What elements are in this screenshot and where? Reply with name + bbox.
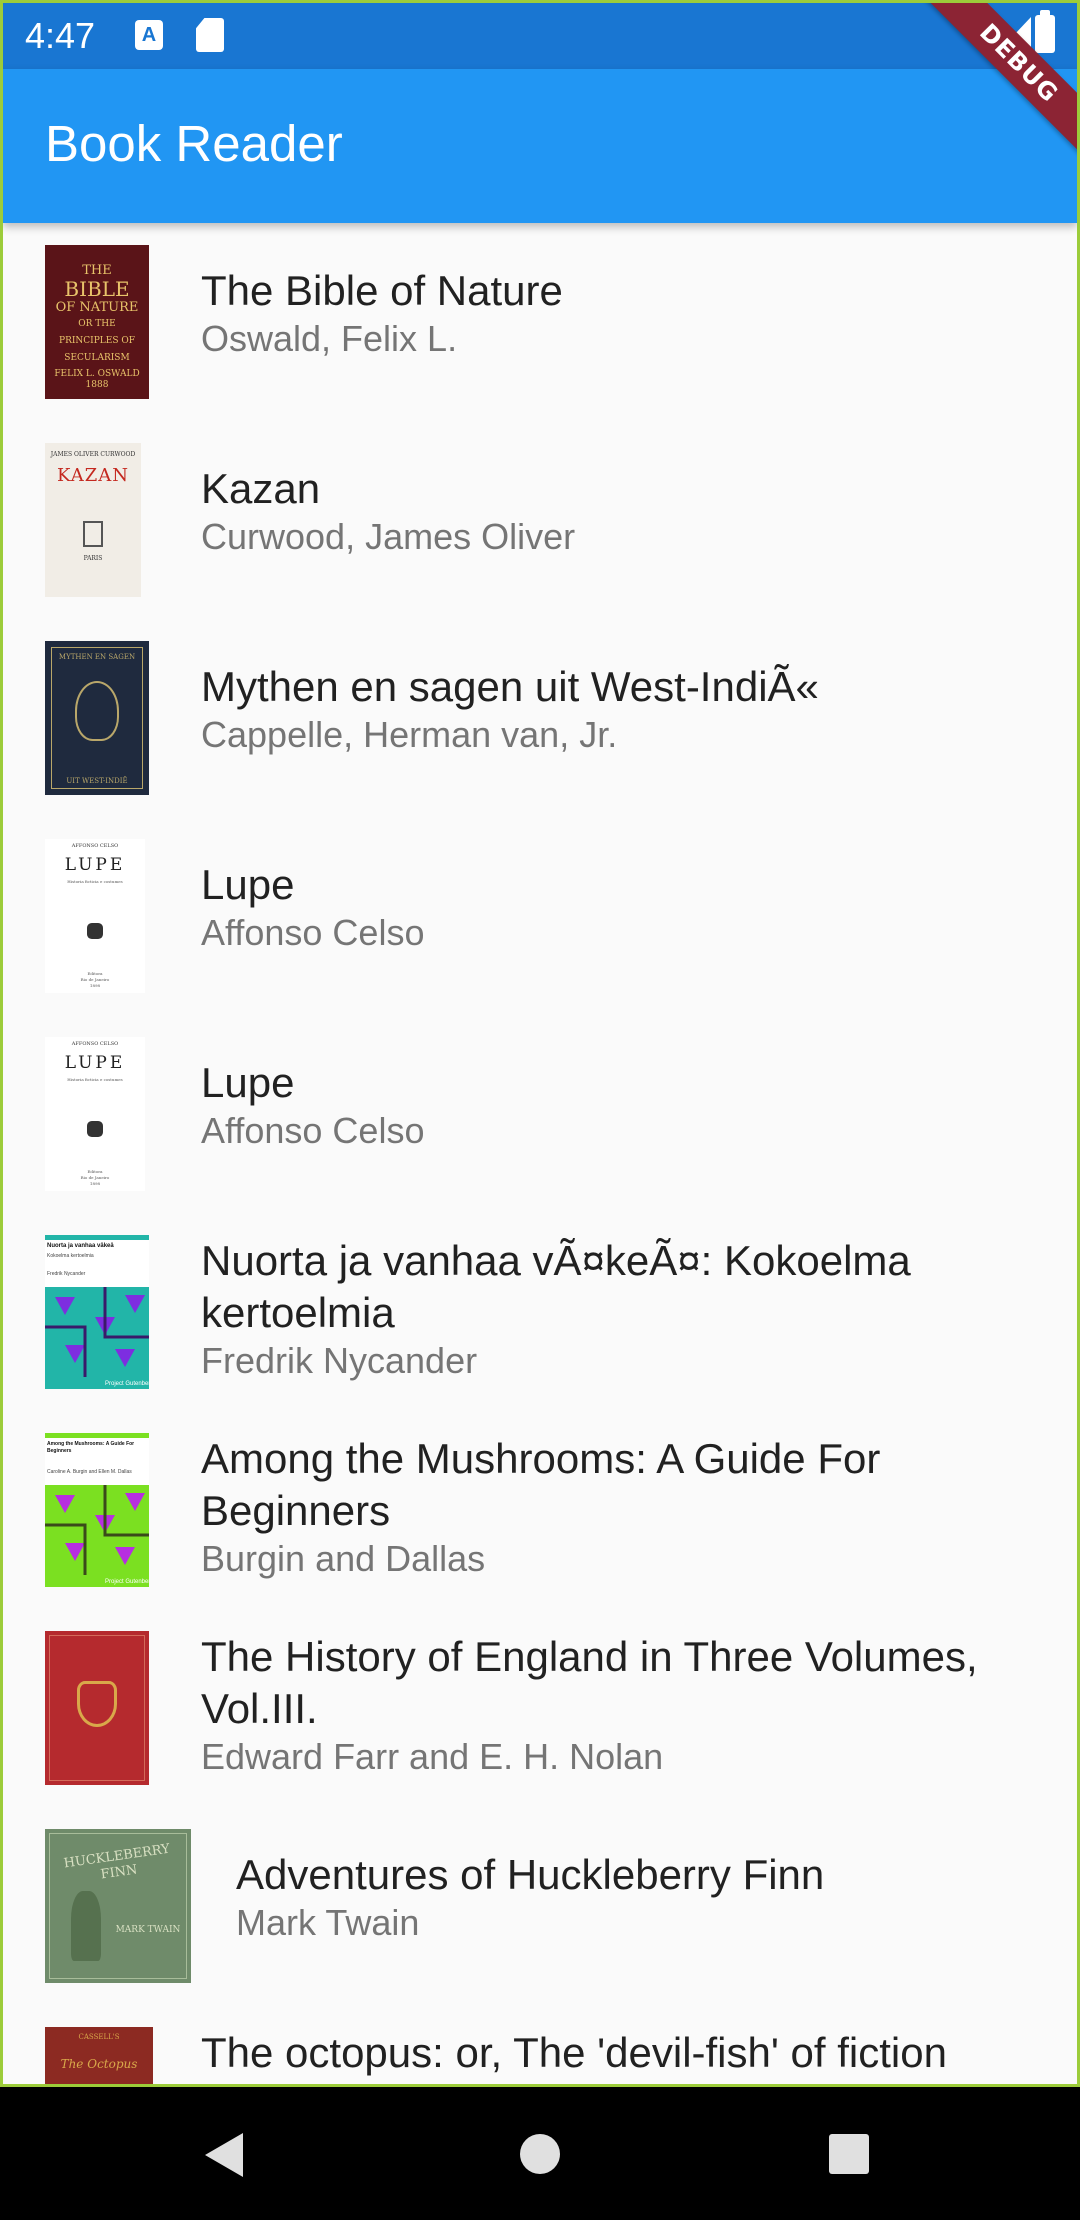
book-title: Lupe bbox=[201, 861, 295, 908]
book-list-item[interactable]: AFFONSO CELSO LUPE Historia ficticia e c… bbox=[3, 817, 1077, 1015]
book-cover: Among the Mushrooms: A Guide For Beginne… bbox=[45, 1433, 149, 1587]
book-author: Affonso Celso bbox=[201, 912, 425, 953]
book-cover: HUCKLEBERRY FINN MARK TWAIN bbox=[45, 1829, 191, 1983]
book-cover: AFFONSO CELSO LUPE Historia ficticia e c… bbox=[45, 1037, 145, 1191]
book-title: The octopus: or, The 'devil-fish' of fic… bbox=[201, 2029, 947, 2076]
book-list-item[interactable]: JAMES OLIVER CURWOOD KAZAN PARIS Kazan C… bbox=[3, 421, 1077, 619]
book-title: Adventures of Huckleberry Finn bbox=[236, 1851, 825, 1898]
book-cover: Nuorta ja vanhaa väkeä Kokoelma kertoelm… bbox=[45, 1235, 149, 1389]
app-screen: 4:47 A Book Reader DEBUG THE BIBLE OF NATU… bbox=[0, 0, 1080, 2087]
a-keyboard-icon: A bbox=[135, 20, 163, 50]
book-author: Cappelle, Herman van, Jr. bbox=[201, 714, 618, 755]
book-title: The Bible of Nature bbox=[201, 267, 563, 314]
book-author: Burgin and Dallas bbox=[201, 1538, 486, 1579]
book-cover: MYTHEN EN SAGEN UIT WEST-INDIË bbox=[45, 641, 149, 795]
sd-card-icon bbox=[196, 18, 224, 52]
book-title: Mythen en sagen uit West-IndiÃ« bbox=[201, 663, 819, 710]
book-list-item[interactable]: HUCKLEBERRY FINN MARK TWAIN Adventures of… bbox=[3, 1807, 1077, 2005]
book-author: Curwood, James Oliver bbox=[201, 516, 576, 557]
battery-icon bbox=[1035, 10, 1055, 53]
book-cover: THE BIBLE OF NATURE OR THE PRINCIPLES OF SECU… bbox=[45, 245, 149, 399]
book-author: Mark Twain bbox=[236, 1902, 420, 1943]
book-list-item[interactable]: AFFONSO CELSO LUPE Historia ficticia e c… bbox=[3, 1015, 1077, 1213]
book-list-item[interactable]: MYTHEN EN SAGEN UIT WEST-INDIË Mythen en… bbox=[3, 619, 1077, 817]
app-title: Book Reader bbox=[45, 115, 343, 172]
app-bar: Book Reader bbox=[3, 69, 1077, 223]
book-cover bbox=[45, 1631, 149, 1785]
system-nav-bar bbox=[0, 2087, 1080, 2220]
svg-text:Project Gutenberg: Project Gutenberg bbox=[105, 1579, 149, 1585]
book-author: Edward Farr and E. H. Nolan bbox=[201, 1736, 664, 1777]
book-title: Nuorta ja vanhaa vÃ¤keÃ¤: Kokoelma kerto… bbox=[201, 1237, 911, 1336]
book-list-item[interactable]: The History of England in Three Volumes,… bbox=[3, 1609, 1077, 1807]
svg-text:Project Gutenberg: Project Gutenberg bbox=[105, 1381, 149, 1387]
book-author: Oswald, Felix L. bbox=[201, 318, 458, 359]
book-title: Among the Mushrooms: A Guide For Beginne… bbox=[201, 1435, 881, 1534]
book-title: Lupe bbox=[201, 1059, 295, 1106]
book-title: The History of England in Three Volumes,… bbox=[201, 1633, 978, 1732]
book-cover: AFFONSO CELSO LUPE Historia ficticia e c… bbox=[45, 839, 145, 993]
status-time: 4:47 bbox=[25, 15, 96, 56]
home-icon[interactable] bbox=[520, 2134, 560, 2174]
book-cover: JAMES OLIVER CURWOOD KAZAN PARIS bbox=[45, 443, 141, 597]
book-title: Kazan bbox=[201, 465, 321, 512]
recent-apps-icon[interactable] bbox=[829, 2134, 869, 2174]
book-author: Affonso Celso bbox=[201, 1110, 425, 1151]
status-bar: 4:47 A bbox=[3, 3, 1077, 69]
book-list-item[interactable]: CASSELL'S The Octopus The octopus: or, T… bbox=[3, 2005, 1077, 2084]
book-list-item[interactable]: Among the Mushrooms: A Guide For Beginne… bbox=[3, 1411, 1077, 1609]
book-author: Fredrik Nycander bbox=[201, 1340, 478, 1381]
book-list-item[interactable]: THE BIBLE OF NATURE OR THE PRINCIPLES OF SECU… bbox=[3, 223, 1077, 421]
back-icon[interactable] bbox=[205, 2133, 243, 2177]
book-cover: CASSELL'S The Octopus bbox=[45, 2027, 153, 2084]
book-list-item[interactable]: Nuorta ja vanhaa väkeä Kokoelma kertoelm… bbox=[3, 1213, 1077, 1411]
